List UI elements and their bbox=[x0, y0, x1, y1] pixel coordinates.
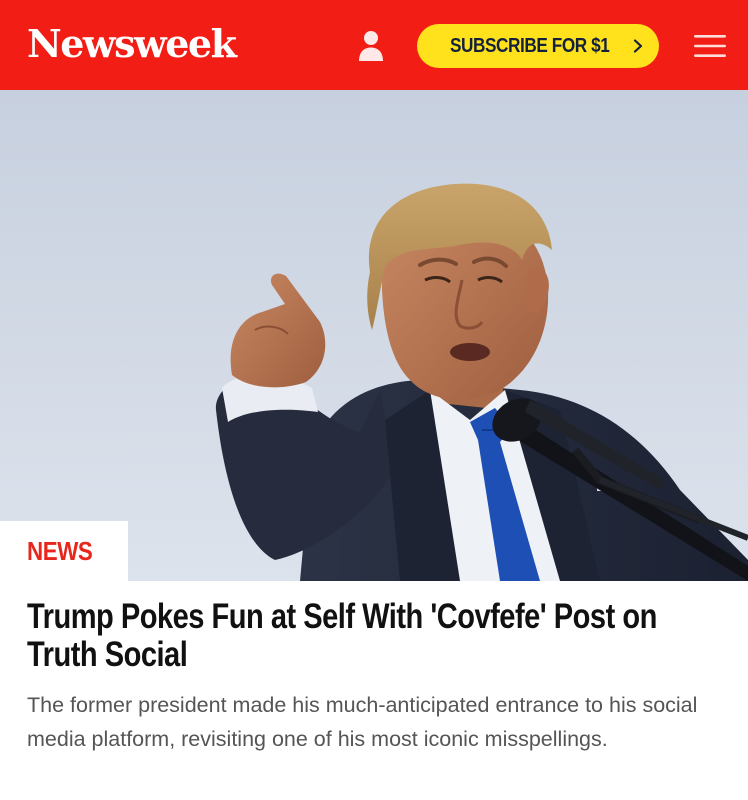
hero-photo[interactable] bbox=[0, 90, 748, 581]
person-icon[interactable] bbox=[356, 30, 386, 62]
category-tag-label: NEWS bbox=[27, 535, 93, 566]
article-headline[interactable]: Trump Pokes Fun at Self With 'Covfefe' P… bbox=[27, 598, 716, 674]
hero-illustration bbox=[0, 90, 748, 581]
newsweek-logo[interactable]: Newsweek bbox=[27, 20, 237, 68]
category-tag[interactable]: NEWS bbox=[0, 521, 128, 581]
subscribe-button[interactable]: SUBSCRIBE FOR $1 bbox=[417, 24, 659, 68]
article-page: Newsweek SUBSCRIBE FOR $1 NEWS Trump Pok… bbox=[0, 0, 748, 800]
subscribe-button-label: SUBSCRIBE FOR $1 bbox=[450, 34, 610, 57]
site-header: Newsweek SUBSCRIBE FOR $1 bbox=[0, 0, 748, 90]
article-dek: The former president made his much-antic… bbox=[27, 693, 698, 751]
hamburger-menu-icon[interactable] bbox=[692, 34, 728, 58]
chevron-right-icon bbox=[633, 39, 642, 53]
